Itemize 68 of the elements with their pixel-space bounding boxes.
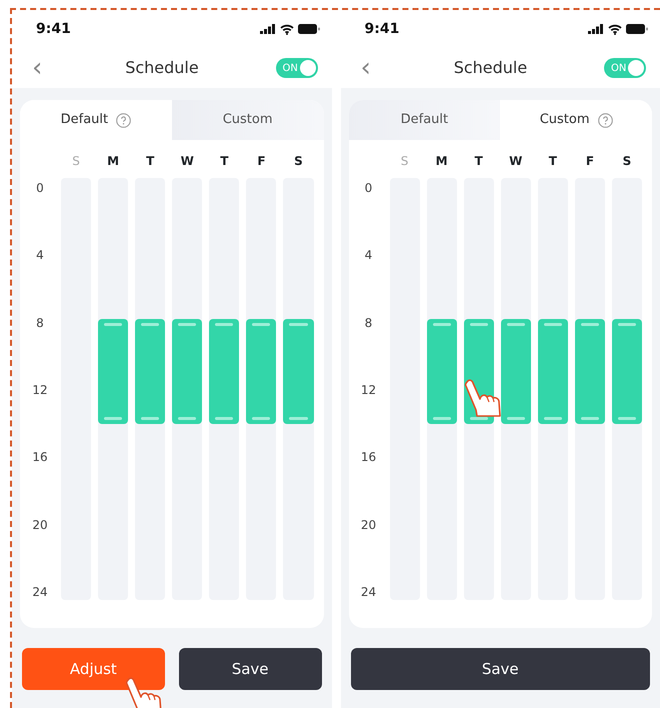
hour-label: 12 <box>31 382 49 399</box>
battery-icon <box>626 24 648 34</box>
day-label: T <box>145 153 156 170</box>
hour-label: 8 <box>364 314 374 332</box>
back-button[interactable]: ‹ <box>354 55 377 81</box>
day-track[interactable] <box>98 178 128 600</box>
day-label: T <box>548 153 558 170</box>
day-track[interactable] <box>464 178 494 600</box>
hour-label: 16 <box>31 449 49 466</box>
schedule-block[interactable] <box>209 318 240 424</box>
schedule-block[interactable] <box>172 318 202 424</box>
save-button[interactable]: Save <box>178 648 322 690</box>
day-track[interactable] <box>538 178 568 600</box>
schedule-block[interactable] <box>612 318 642 424</box>
day-label: S <box>622 153 632 170</box>
save-button[interactable]: Save <box>350 648 650 690</box>
day-label: M <box>434 153 449 170</box>
schedule-block[interactable] <box>135 318 166 424</box>
hour-label: 0 <box>364 180 374 197</box>
day-track[interactable] <box>246 178 276 600</box>
schedule-tab[interactable]: Custom <box>172 100 324 140</box>
hour-label: 8 <box>35 314 45 332</box>
day-label: W <box>508 153 524 170</box>
back-button[interactable]: ‹ <box>26 55 48 81</box>
day-track[interactable] <box>426 178 457 600</box>
schedule-block[interactable] <box>246 318 276 424</box>
hour-label: 4 <box>35 247 45 264</box>
day-track[interactable] <box>283 178 314 600</box>
schedule-block[interactable] <box>574 318 605 424</box>
hour-label: 24 <box>31 584 49 601</box>
day-label: S <box>71 153 81 170</box>
day-label: T <box>474 153 484 170</box>
hour-label: 16 <box>360 449 378 466</box>
day-label: F <box>256 153 267 170</box>
schedule-block[interactable] <box>426 318 457 424</box>
hour-label: 4 <box>364 247 374 264</box>
hour-label: 20 <box>31 516 49 534</box>
battery-icon <box>298 24 320 34</box>
screen-title: Schedule <box>125 57 199 79</box>
signal-icon <box>588 24 604 34</box>
hour-label: 20 <box>360 516 378 534</box>
day-track[interactable] <box>209 178 240 600</box>
day-track[interactable] <box>172 178 202 600</box>
signal-icon <box>260 24 276 34</box>
status-time: 9:41 <box>364 20 400 38</box>
wifi-icon <box>280 24 294 34</box>
day-label: M <box>106 153 120 170</box>
hour-label: 24 <box>360 584 378 601</box>
screen-title: Schedule <box>454 57 528 79</box>
day-label: W <box>180 153 195 170</box>
day-label: S <box>400 153 410 170</box>
hour-label: 12 <box>360 382 378 399</box>
day-track[interactable] <box>135 178 166 600</box>
help-icon[interactable] <box>598 112 613 128</box>
help-icon[interactable] <box>116 112 132 128</box>
schedule-tab[interactable]: Default <box>348 100 500 140</box>
status-time: 9:41 <box>36 20 71 38</box>
day-track[interactable] <box>500 178 531 600</box>
day-label: S <box>293 153 304 170</box>
day-label: T <box>219 153 230 170</box>
schedule-block[interactable] <box>500 318 531 424</box>
schedule-block[interactable] <box>98 318 128 424</box>
wifi-icon <box>608 24 622 34</box>
schedule-block[interactable] <box>538 318 568 424</box>
day-label: F <box>584 153 596 170</box>
day-track[interactable] <box>574 178 605 600</box>
day-track[interactable] <box>612 178 642 600</box>
hour-label: 0 <box>35 180 45 197</box>
